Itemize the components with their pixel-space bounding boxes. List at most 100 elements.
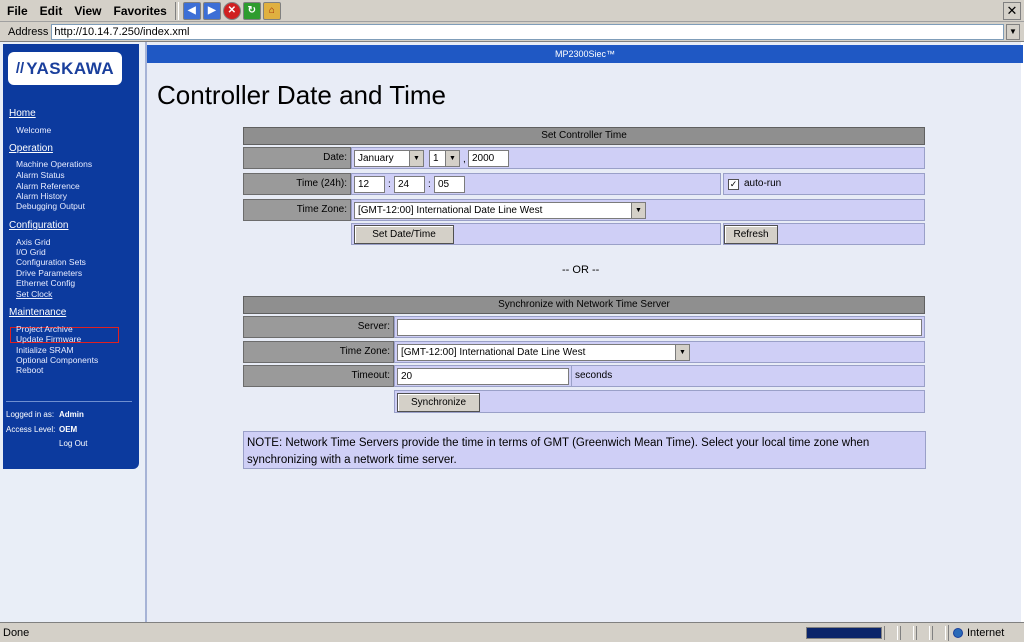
set-date-time-button[interactable]: Set Date/Time <box>354 225 454 244</box>
nav-drive-parameters[interactable]: Drive Parameters <box>16 268 82 278</box>
toolbar-separator <box>174 1 179 20</box>
access-level-label: Access Level: <box>6 425 56 434</box>
chevron-down-icon: ▼ <box>631 203 645 218</box>
sidebar: // YASKAWA Home Welcome Operation Machin… <box>3 44 139 469</box>
page-title: Controller Date and Time <box>157 80 447 110</box>
sync-timezone-select[interactable]: [GMT-12:00] International Date Line West… <box>397 344 690 361</box>
hour-input[interactable]: 12 <box>354 176 385 193</box>
chevron-down-icon: ▼ <box>409 151 423 166</box>
timeout-unit-cell <box>571 365 925 387</box>
autorun-label: auto-run <box>744 178 782 189</box>
day-select[interactable]: 1 ▼ <box>429 150 460 167</box>
home-icon[interactable]: ⌂ <box>262 1 281 20</box>
progress-bar <box>806 626 882 639</box>
logged-in-value: Admin <box>59 410 84 419</box>
sync-tz-label: Time Zone: <box>243 341 394 363</box>
time-label: Time (24h): <box>243 173 351 195</box>
page-viewport: // YASKAWA Home Welcome Operation Machin… <box>0 42 1024 622</box>
status-bar: Done Internet <box>0 622 1024 642</box>
nav-welcome[interactable]: Welcome <box>16 125 51 135</box>
nav-debugging-output[interactable]: Debugging Output <box>16 201 85 211</box>
server-input[interactable] <box>397 319 922 336</box>
refresh-button[interactable]: Refresh <box>724 225 778 244</box>
status-cell <box>884 625 898 640</box>
globe-icon <box>953 627 963 638</box>
nav-axis-grid[interactable]: Axis Grid <box>16 237 50 247</box>
address-bar: Address http://10.14.7.250/index.xml ▼ <box>0 22 1024 42</box>
timezone-select[interactable]: [GMT-12:00] International Date Line West… <box>354 202 646 219</box>
timeout-input[interactable]: 20 <box>397 368 569 385</box>
logout-link[interactable]: Log Out <box>59 439 87 448</box>
date-label: Date: <box>243 147 351 169</box>
synchronize-button[interactable]: Synchronize <box>397 393 480 412</box>
left-panel: // YASKAWA Home Welcome Operation Machin… <box>0 42 145 622</box>
minute-input[interactable]: 24 <box>394 176 425 193</box>
status-cell <box>932 625 946 640</box>
nav-configuration[interactable]: Configuration <box>9 220 68 231</box>
date-comma: , <box>463 154 466 165</box>
menu-file[interactable]: File <box>2 4 33 18</box>
forward-icon[interactable]: ▶ <box>202 1 221 20</box>
day-value: 1 <box>433 153 439 164</box>
nav-home[interactable]: Home <box>9 108 36 119</box>
nav-maintenance[interactable]: Maintenance <box>9 307 66 318</box>
close-icon[interactable]: ✕ <box>1003 2 1021 20</box>
time-colon: : <box>388 179 391 190</box>
chevron-down-icon: ▼ <box>675 345 689 360</box>
address-label: Address <box>8 25 49 38</box>
menu-favorites[interactable]: Favorites <box>108 4 171 18</box>
second-input[interactable]: 05 <box>434 176 465 193</box>
nav-configuration-sets[interactable]: Configuration Sets <box>16 257 86 267</box>
nav-optional-components[interactable]: Optional Components <box>16 355 98 365</box>
or-separator: -- OR -- <box>562 264 600 276</box>
nav-initialize-sram[interactable]: Initialize SRAM <box>16 345 74 355</box>
sidebar-divider <box>6 401 132 402</box>
main-content: MP2300Siec™ Controller Date and Time Set… <box>145 42 1023 622</box>
logo-mark-icon: // <box>15 60 25 77</box>
address-dropdown-icon[interactable]: ▼ <box>1006 23 1020 40</box>
menu-edit[interactable]: Edit <box>35 4 68 18</box>
nav-operation[interactable]: Operation <box>9 143 53 154</box>
menu-view[interactable]: View <box>69 4 106 18</box>
timeout-label: Timeout: <box>243 365 394 387</box>
nav-set-clock[interactable]: Set Clock <box>16 289 52 299</box>
timezone-value: [GMT-12:00] International Date Line West <box>358 205 543 216</box>
nav-io-grid[interactable]: I/O Grid <box>16 247 46 257</box>
status-text: Done <box>3 626 30 639</box>
year-input[interactable]: 2000 <box>468 150 509 167</box>
sync-timezone-value: [GMT-12:00] International Date Line West <box>401 347 586 358</box>
time-colon: : <box>428 179 431 190</box>
nav-ethernet-config[interactable]: Ethernet Config <box>16 278 75 288</box>
nav-alarm-reference[interactable]: Alarm Reference <box>16 181 80 191</box>
nav-reboot[interactable]: Reboot <box>16 365 43 375</box>
sync-header: Synchronize with Network Time Server <box>243 296 925 314</box>
device-banner: MP2300Siec™ <box>147 45 1023 63</box>
security-zone: Internet <box>948 624 1005 641</box>
menu-bar: File Edit View Favorites ◀ ▶ ✕ ↻ ⌂ ✕ <box>0 0 1024 22</box>
note-box: NOTE: Network Time Servers provide the t… <box>243 431 926 469</box>
month-select[interactable]: January ▼ <box>354 150 424 167</box>
chevron-down-icon: ▼ <box>445 151 459 166</box>
status-cell <box>916 625 930 640</box>
address-input[interactable]: http://10.14.7.250/index.xml <box>51 23 1004 40</box>
nav-project-archive[interactable]: Project Archive <box>16 324 73 334</box>
nav-update-firmware[interactable]: Update Firmware <box>16 334 81 344</box>
logged-in-label: Logged in as: <box>6 410 55 419</box>
logo-text: YASKAWA <box>26 58 115 78</box>
set-time-header: Set Controller Time <box>243 127 925 145</box>
stop-icon[interactable]: ✕ <box>222 1 241 20</box>
server-label: Server: <box>243 316 394 338</box>
timeout-unit: seconds <box>575 370 613 381</box>
month-value: January <box>358 153 394 164</box>
tz-label: Time Zone: <box>243 199 351 221</box>
nav-alarm-status[interactable]: Alarm Status <box>16 170 65 180</box>
refresh-icon[interactable]: ↻ <box>242 1 261 20</box>
autorun-checkbox[interactable]: ✓ <box>728 179 739 190</box>
status-cell <box>900 625 914 640</box>
nav-machine-operations[interactable]: Machine Operations <box>16 159 92 169</box>
back-icon[interactable]: ◀ <box>182 1 201 20</box>
zone-label: Internet <box>967 626 1005 639</box>
nav-alarm-history[interactable]: Alarm History <box>16 191 67 201</box>
access-level-value: OEM <box>59 425 78 434</box>
yaskawa-logo: // YASKAWA <box>8 52 122 85</box>
